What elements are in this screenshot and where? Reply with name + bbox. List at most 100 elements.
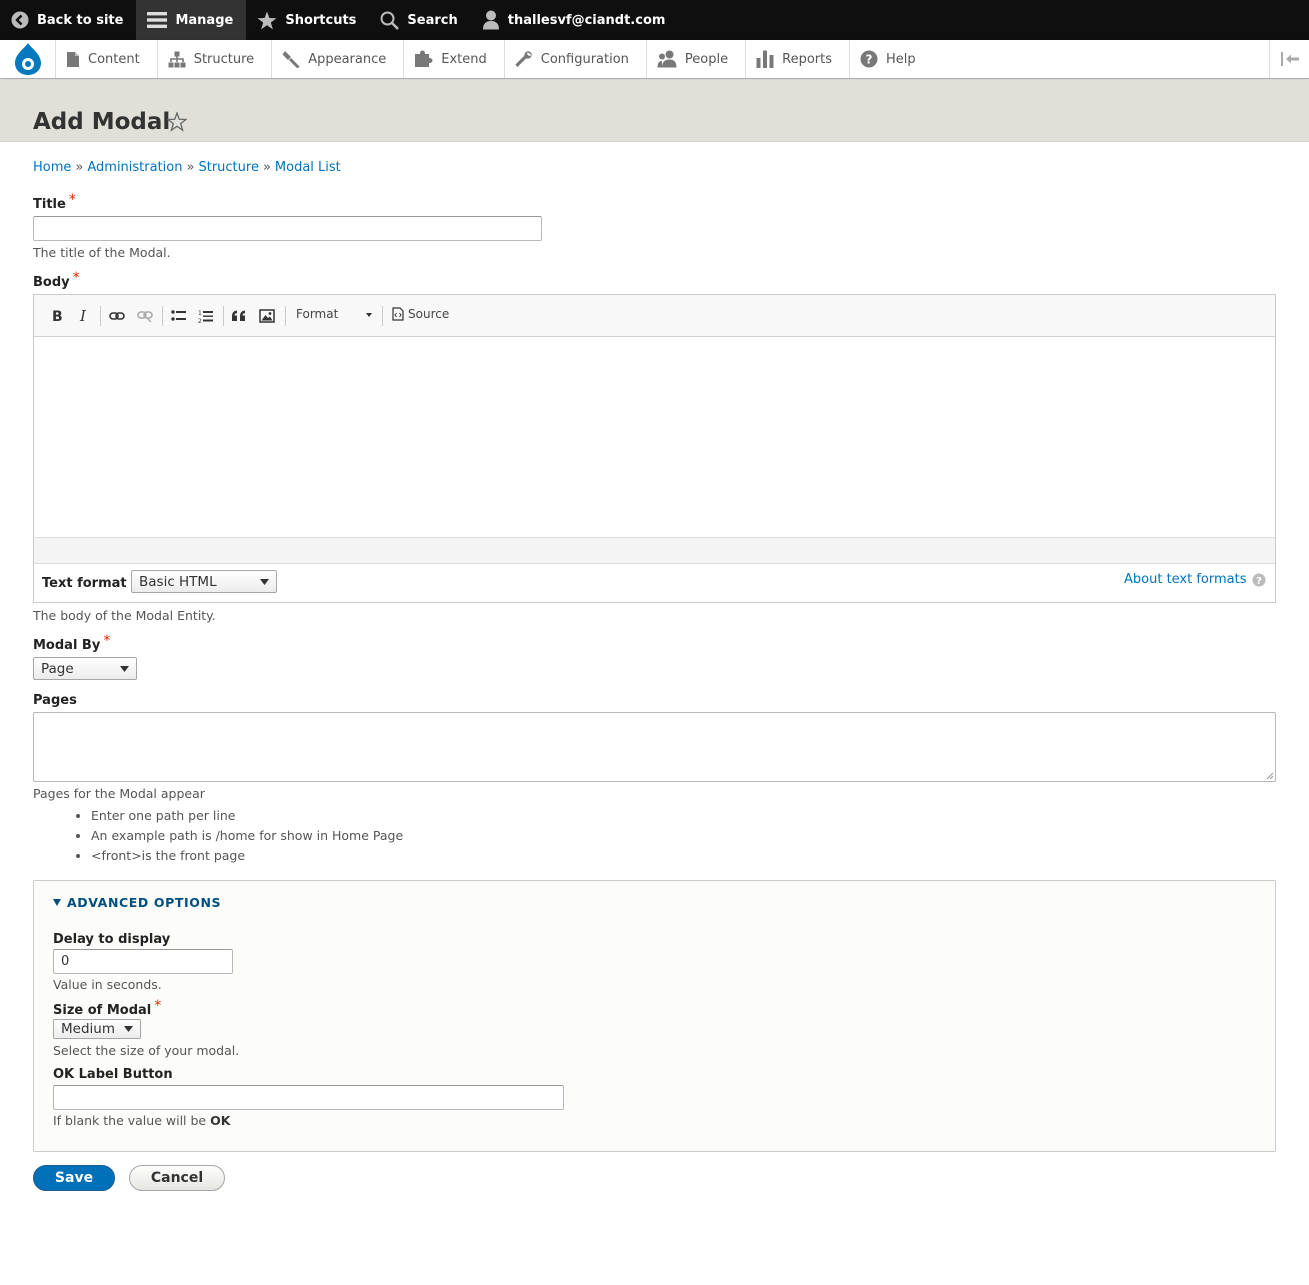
blockquote-button[interactable] [230, 307, 248, 325]
italic-icon: I [79, 309, 87, 323]
numbered-list-icon: 12 [198, 310, 213, 324]
drupal-logo[interactable] [0, 40, 55, 78]
advanced-options-title: ADVANCED OPTIONS [67, 895, 222, 910]
puzzle-icon [415, 50, 433, 67]
ok-label-input[interactable] [53, 1085, 564, 1110]
tray-label: Help [886, 51, 916, 67]
search-label: Search [407, 12, 458, 28]
list-item: An example path is /home for show in Hom… [91, 826, 403, 846]
delay-input[interactable] [53, 949, 233, 974]
source-button[interactable]: Source [392, 307, 449, 321]
svg-text:1: 1 [198, 310, 202, 317]
tray-item-people[interactable]: People [645, 40, 745, 78]
source-label: Source [408, 307, 450, 321]
unlink-button[interactable] [136, 307, 154, 325]
shortcuts-label: Shortcuts [285, 12, 357, 28]
people-icon [657, 50, 677, 68]
editor-content-area[interactable] [34, 337, 1275, 537]
modal-by-select[interactable]: Page [33, 657, 137, 680]
breadcrumb-modal-list[interactable]: Modal List [275, 160, 341, 175]
required-marker: * [72, 270, 80, 286]
tray-item-structure[interactable]: Structure [156, 40, 271, 78]
tray-orientation-toggle[interactable] [1269, 40, 1309, 78]
numbered-list-button[interactable]: 12 [197, 307, 215, 325]
drupal-drop-icon [14, 43, 41, 75]
ok-label-button-label: OK Label Button [53, 1067, 173, 1082]
breadcrumb-administration[interactable]: Administration [87, 160, 182, 175]
title-label-wrap: Title * [33, 192, 76, 212]
tray-item-appearance[interactable]: Appearance [271, 40, 403, 78]
pages-description: Pages for the Modal appear [33, 786, 205, 801]
bold-button[interactable]: B [48, 307, 66, 325]
chevron-down-icon [260, 578, 269, 585]
user-tab[interactable]: thallesvf@ciandt.com [471, 0, 679, 40]
svg-text:?: ? [866, 53, 873, 67]
about-text-formats-link[interactable]: About text formats [1124, 572, 1247, 587]
paint-icon [282, 51, 300, 68]
search-tab[interactable]: Search [369, 0, 470, 40]
bar-chart-icon [756, 50, 774, 68]
back-arrow-icon [11, 11, 29, 29]
tray-label: Reports [782, 51, 832, 67]
tray-item-reports[interactable]: Reports [745, 40, 849, 78]
image-icon [259, 309, 275, 323]
size-description: Select the size of your modal. [53, 1043, 240, 1058]
cancel-button[interactable]: Cancel [129, 1165, 225, 1191]
svg-text:I: I [79, 309, 87, 323]
link-button[interactable] [108, 307, 126, 325]
text-format-select[interactable]: Basic HTML [131, 570, 277, 593]
save-button[interactable]: Save [33, 1165, 115, 1191]
editor-status-bar [34, 537, 1275, 564]
star-icon [257, 11, 277, 29]
breadcrumb-home[interactable]: Home [33, 160, 71, 175]
link-icon [109, 312, 125, 320]
modal-by-value: Page [41, 660, 74, 677]
size-label: Size of Modal [53, 1003, 152, 1018]
advanced-options-fieldset: ADVANCED OPTIONS Delay to display Value … [33, 880, 1276, 1152]
pages-hints-list: Enter one path per line An example path … [33, 806, 403, 866]
admin-tray: Content Structure Appearance Extend Conf… [0, 40, 1309, 79]
modal-by-label-wrap: Modal By * [33, 633, 110, 653]
body-label: Body [33, 275, 70, 290]
breadcrumb-structure[interactable]: Structure [198, 160, 258, 175]
wrench-icon [515, 50, 532, 67]
help-icon[interactable]: ? [1252, 573, 1266, 587]
body-editor: B I 12 Format Source Text format Basic H… [33, 294, 1276, 603]
title-label: Title [33, 197, 66, 212]
size-select[interactable]: Medium [53, 1019, 141, 1039]
shortcut-star-icon[interactable] [167, 112, 187, 132]
tray-item-content[interactable]: Content [55, 40, 157, 78]
bulleted-list-button[interactable] [170, 307, 188, 325]
format-caret-icon [366, 313, 372, 317]
triangle-down-icon [53, 899, 61, 906]
tray-item-configuration[interactable]: Configuration [503, 40, 646, 78]
tray-label: Structure [193, 51, 255, 67]
format-dropdown[interactable]: Format [296, 307, 338, 321]
pages-textarea[interactable] [33, 712, 1276, 782]
pages-label: Pages [33, 693, 77, 708]
page-title: Add Modal [33, 109, 171, 135]
tray-label: Appearance [308, 51, 387, 67]
manage-tab[interactable]: Manage [136, 0, 247, 40]
chevron-down-icon [124, 1026, 133, 1032]
image-button[interactable] [258, 307, 276, 325]
page-header: Add Modal [0, 80, 1309, 142]
italic-button[interactable]: I [75, 307, 93, 325]
orientation-toggle-icon [1280, 52, 1299, 66]
required-marker: * [68, 192, 76, 208]
tray-item-help[interactable]: ? Help [849, 40, 933, 78]
title-description: The title of the Modal. [33, 245, 171, 260]
body-description: The body of the Modal Entity. [33, 608, 216, 623]
tray-label: Extend [441, 51, 487, 67]
advanced-options-toggle[interactable]: ADVANCED OPTIONS [53, 895, 221, 910]
title-input[interactable] [33, 216, 542, 241]
back-to-site-link[interactable]: Back to site [0, 0, 136, 40]
source-icon [392, 307, 404, 321]
shortcuts-tab[interactable]: Shortcuts [246, 0, 369, 40]
help-icon: ? [860, 50, 878, 68]
editor-toolbar: B I 12 Format Source [34, 295, 1275, 337]
resize-handle-icon[interactable] [1266, 772, 1274, 780]
tray-item-extend[interactable]: Extend [403, 40, 504, 78]
delay-label: Delay to display [53, 932, 171, 947]
size-label-wrap: Size of Modal * [53, 998, 161, 1018]
